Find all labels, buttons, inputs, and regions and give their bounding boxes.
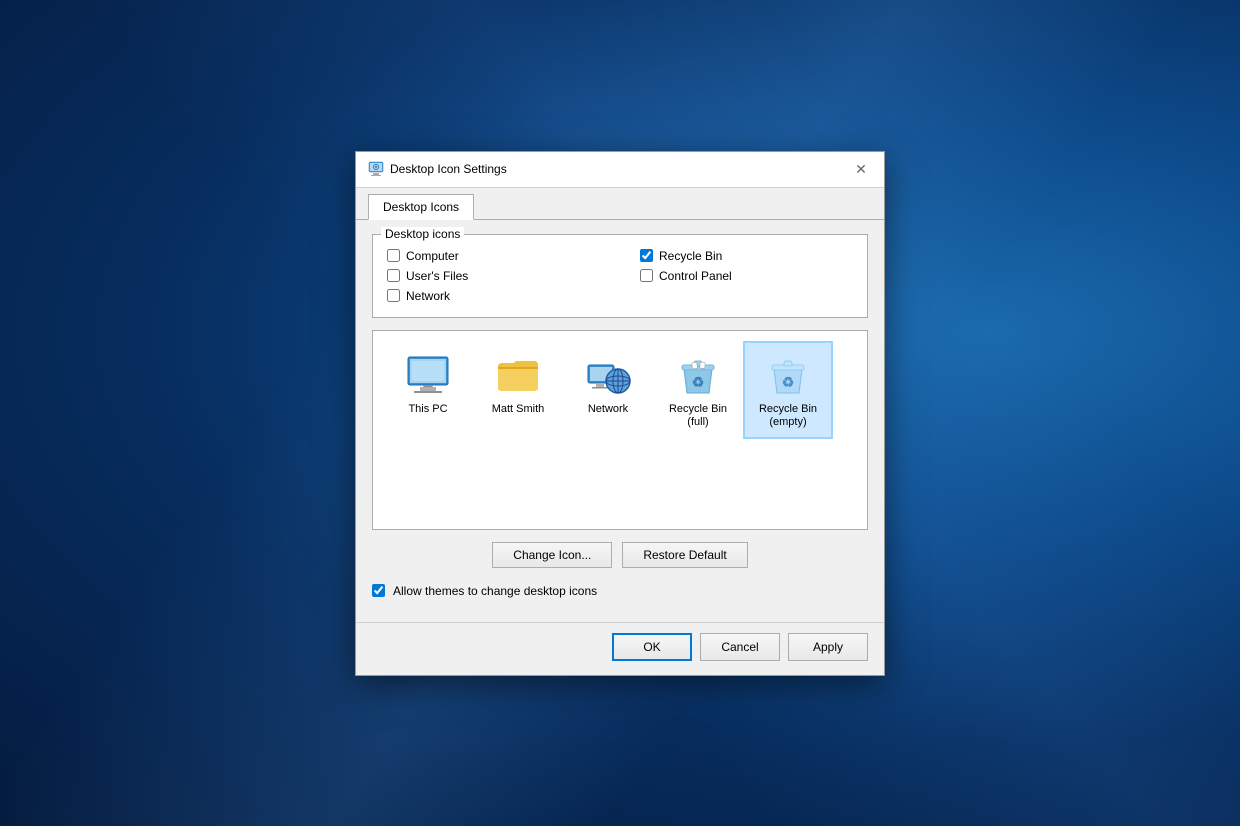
checkbox-users-files[interactable]: User's Files [387, 269, 600, 283]
svg-text:♻: ♻ [782, 374, 795, 390]
matt-smith-label: Matt Smith [492, 403, 545, 416]
network-label: Network [588, 403, 628, 416]
checkbox-computer[interactable]: Computer [387, 249, 600, 263]
checkbox-recycle-input[interactable] [640, 249, 653, 262]
checkbox-network-label: Network [406, 289, 450, 303]
title-bar: Desktop Icon Settings ✕ [356, 152, 884, 188]
apply-button[interactable]: Apply [788, 633, 868, 661]
checkbox-computer-input[interactable] [387, 249, 400, 262]
checkbox-control-panel[interactable]: Control Panel [640, 269, 853, 283]
group-label: Desktop icons [381, 227, 464, 241]
this-pc-label: This PC [408, 403, 447, 416]
checkbox-users-input[interactable] [387, 269, 400, 282]
allow-themes-checkbox[interactable] [372, 584, 385, 597]
desktop-settings-icon [368, 161, 384, 177]
close-button[interactable]: ✕ [838, 155, 884, 183]
checkbox-control-input[interactable] [640, 269, 653, 282]
tab-desktop-icons[interactable]: Desktop Icons [368, 194, 474, 220]
recycle-bin-full-icon: ♻ [674, 351, 722, 399]
checkbox-computer-label: Computer [406, 249, 459, 263]
checkboxes-grid: Computer Recycle Bin User's Files Contro… [387, 245, 853, 303]
tab-bar: Desktop Icons [356, 188, 884, 220]
allow-themes-row: Allow themes to change desktop icons [372, 580, 868, 608]
checkbox-control-label: Control Panel [659, 269, 732, 283]
desktop-icons-group: Desktop icons Computer Recycle Bin User'… [372, 234, 868, 318]
icon-item-matt-smith[interactable]: Matt Smith [473, 341, 563, 426]
svg-text:♻: ♻ [692, 374, 705, 390]
recycle-full-label: Recycle Bin(full) [669, 403, 727, 429]
dialog-content: Desktop icons Computer Recycle Bin User'… [356, 220, 884, 622]
checkbox-recycle[interactable]: Recycle Bin [640, 249, 853, 263]
checkbox-users-label: User's Files [406, 269, 468, 283]
recycle-empty-label: Recycle Bin(empty) [759, 403, 817, 429]
ok-button[interactable]: OK [612, 633, 692, 661]
icon-item-network[interactable]: Network [563, 341, 653, 426]
dialog-title: Desktop Icon Settings [390, 162, 507, 176]
this-pc-icon [404, 351, 452, 399]
footer-buttons: OK Cancel Apply [356, 622, 884, 675]
dialog: Desktop Icon Settings ✕ Desktop Icons De… [355, 151, 885, 676]
checkbox-recycle-label: Recycle Bin [659, 249, 722, 263]
cancel-button[interactable]: Cancel [700, 633, 780, 661]
matt-smith-icon [494, 351, 542, 399]
icon-item-this-pc[interactable]: This PC [383, 341, 473, 426]
allow-themes-label: Allow themes to change desktop icons [393, 584, 597, 598]
restore-default-button[interactable]: Restore Default [622, 542, 747, 568]
title-bar-left: Desktop Icon Settings [368, 161, 507, 177]
icon-action-buttons: Change Icon... Restore Default [372, 542, 868, 568]
checkbox-network-input[interactable] [387, 289, 400, 302]
icon-item-recycle-full[interactable]: ♻ Recycle Bin(full) [653, 341, 743, 439]
recycle-bin-empty-icon: ♻ [764, 351, 812, 399]
icon-picker: This PC Matt Smith [372, 330, 868, 530]
icon-item-recycle-empty[interactable]: ♻ Recycle Bin(empty) [743, 341, 833, 439]
change-icon-button[interactable]: Change Icon... [492, 542, 612, 568]
network-icon [584, 351, 632, 399]
checkbox-network[interactable]: Network [387, 289, 600, 303]
